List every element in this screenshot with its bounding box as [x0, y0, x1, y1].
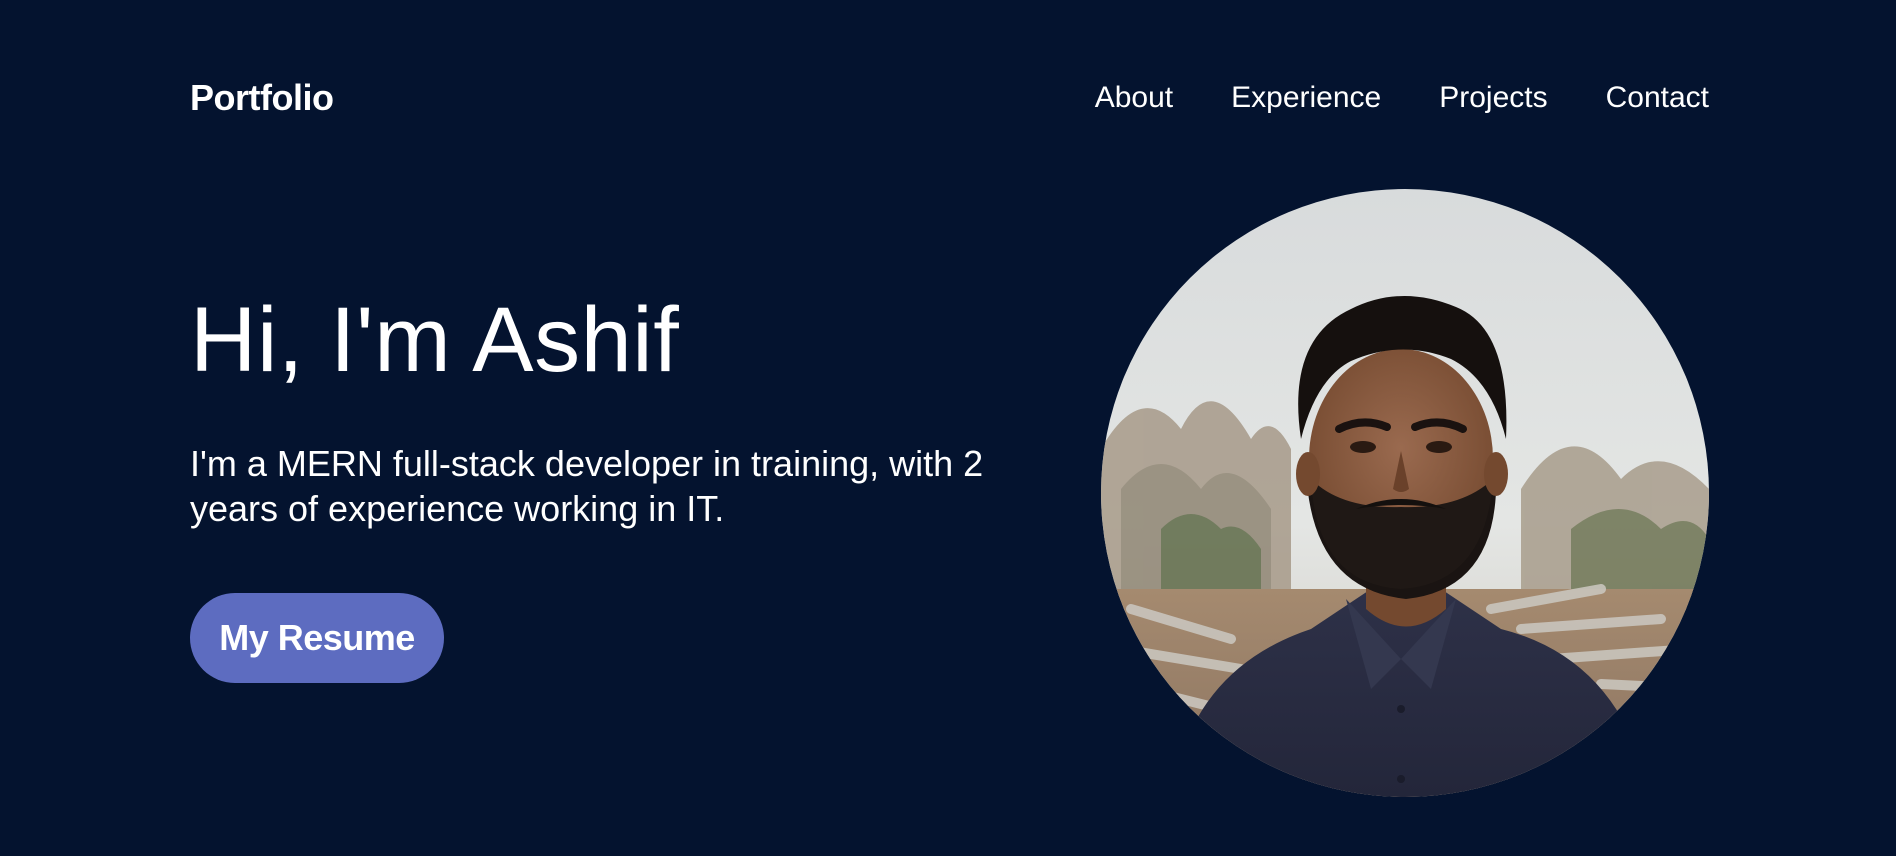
hero-section: Hi, I'm Ashif I'm a MERN full-stack deve…: [190, 289, 1050, 531]
nav-projects[interactable]: Projects: [1439, 81, 1547, 115]
top-navbar: Portfolio About Experience Projects Cont…: [190, 70, 1709, 126]
hero-title: Hi, I'm Ashif: [190, 289, 680, 391]
nav-experience[interactable]: Experience: [1231, 81, 1381, 115]
profile-photo-illustration: [1101, 189, 1709, 797]
nav-links: About Experience Projects Contact: [1095, 81, 1709, 115]
brand-logo[interactable]: Portfolio: [190, 77, 334, 119]
resume-button[interactable]: My Resume: [190, 593, 444, 683]
hero-subtitle: I'm a MERN full-stack developer in train…: [190, 443, 984, 530]
nav-contact[interactable]: Contact: [1606, 81, 1709, 115]
portfolio-page: Portfolio About Experience Projects Cont…: [0, 0, 1896, 856]
profile-photo: [1101, 189, 1709, 797]
nav-about[interactable]: About: [1095, 81, 1173, 115]
